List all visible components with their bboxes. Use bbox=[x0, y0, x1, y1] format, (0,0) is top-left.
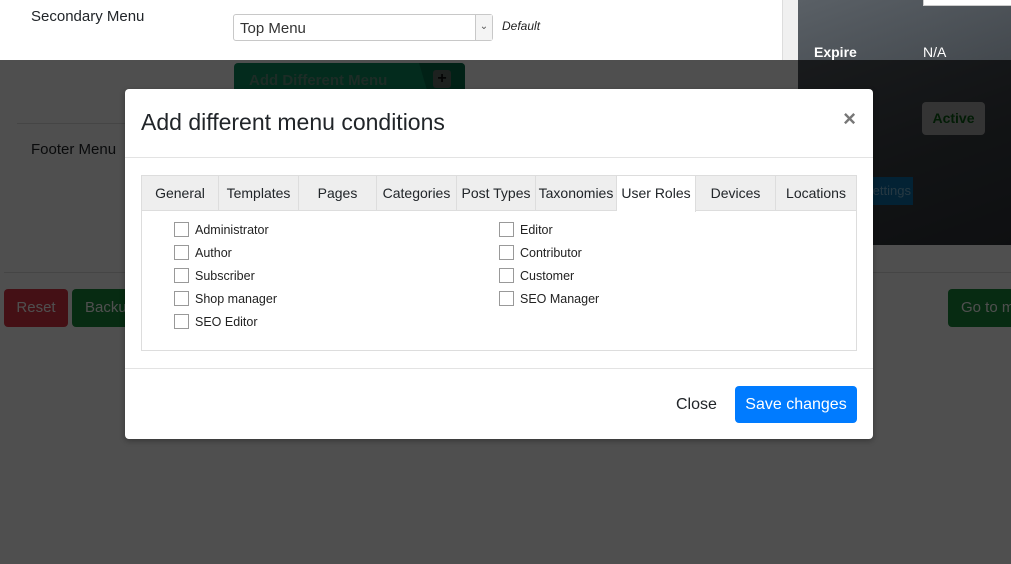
role-seo-manager[interactable]: SEO Manager bbox=[499, 291, 599, 306]
role-label: Author bbox=[195, 245, 232, 260]
checkbox[interactable] bbox=[499, 222, 514, 237]
role-label: Subscriber bbox=[195, 268, 255, 283]
save-changes-button[interactable]: Save changes bbox=[735, 386, 857, 423]
expire-label: Expire bbox=[814, 44, 857, 60]
role-author[interactable]: Author bbox=[174, 245, 232, 260]
checkbox[interactable] bbox=[174, 291, 189, 306]
tab-user-roles[interactable]: User Roles bbox=[617, 176, 696, 212]
tab-templates[interactable]: Templates bbox=[219, 176, 299, 211]
role-subscriber[interactable]: Subscriber bbox=[174, 268, 255, 283]
checkbox[interactable] bbox=[174, 222, 189, 237]
modal-title: Add different menu conditions bbox=[141, 109, 445, 135]
tab-pages[interactable]: Pages bbox=[299, 176, 377, 211]
license-key-field[interactable] bbox=[923, 0, 1011, 6]
role-label: SEO Editor bbox=[195, 314, 258, 329]
secondary-menu-label: Secondary Menu bbox=[31, 8, 145, 25]
checkbox[interactable] bbox=[499, 291, 514, 306]
chevron-down-icon: ⌄ bbox=[475, 15, 492, 40]
tab-locations[interactable]: Locations bbox=[776, 176, 856, 211]
modal-header: Add different menu conditions × bbox=[125, 89, 873, 158]
checkbox[interactable] bbox=[174, 245, 189, 260]
secondary-menu-select-value: Top Menu bbox=[240, 20, 306, 37]
tab-bar: General Templates Pages Categories Post … bbox=[142, 176, 856, 212]
menu-conditions-modal: Add different menu conditions × General … bbox=[125, 89, 873, 439]
role-label: Administrator bbox=[195, 222, 269, 237]
tab-post-types[interactable]: Post Types bbox=[457, 176, 536, 211]
tab-taxonomies[interactable]: Taxonomies bbox=[536, 176, 617, 211]
tab-devices[interactable]: Devices bbox=[696, 176, 776, 211]
conditions-tabs: General Templates Pages Categories Post … bbox=[141, 175, 857, 351]
close-button[interactable]: Close bbox=[666, 386, 727, 423]
role-label: Customer bbox=[520, 268, 575, 283]
role-seo-editor[interactable]: SEO Editor bbox=[174, 314, 258, 329]
role-administrator[interactable]: Administrator bbox=[174, 222, 269, 237]
role-label: Contributor bbox=[520, 245, 582, 260]
user-roles-panel: Administrator Author Subscriber Shop man… bbox=[142, 212, 856, 350]
role-shop-manager[interactable]: Shop manager bbox=[174, 291, 277, 306]
role-label: Editor bbox=[520, 222, 553, 237]
checkbox[interactable] bbox=[499, 245, 514, 260]
role-customer[interactable]: Customer bbox=[499, 268, 574, 283]
content-divider-strip bbox=[782, 0, 798, 60]
expire-value: N/A bbox=[923, 44, 947, 60]
checkbox[interactable] bbox=[499, 268, 514, 283]
role-label: SEO Manager bbox=[520, 291, 600, 306]
default-note: Default bbox=[502, 19, 541, 33]
role-contributor[interactable]: Contributor bbox=[499, 245, 582, 260]
secondary-menu-select[interactable]: Top Menu ⌄ bbox=[233, 14, 493, 41]
modal-footer: Close Save changes bbox=[125, 368, 873, 439]
tab-categories[interactable]: Categories bbox=[377, 176, 457, 211]
role-editor[interactable]: Editor bbox=[499, 222, 553, 237]
role-label: Shop manager bbox=[195, 291, 278, 306]
checkbox[interactable] bbox=[174, 268, 189, 283]
tab-general[interactable]: General bbox=[142, 176, 219, 211]
close-icon[interactable]: × bbox=[843, 107, 856, 131]
checkbox[interactable] bbox=[174, 314, 189, 329]
